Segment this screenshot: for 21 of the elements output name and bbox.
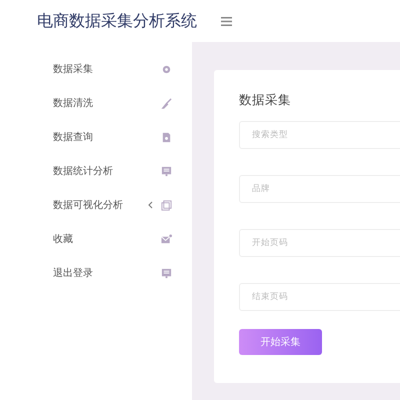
document-icon: [161, 132, 172, 142]
input-field[interactable]: 开始页码: [239, 229, 400, 257]
input-field[interactable]: 结束页码: [239, 283, 400, 311]
sidebar-item[interactable]: 数据可视化分析: [53, 198, 148, 212]
sidebar-item[interactable]: 数据查询: [53, 130, 161, 144]
gear-icon: [161, 64, 172, 74]
sidebar-item[interactable]: 数据采集: [53, 62, 161, 76]
gallery-icon: [161, 200, 172, 210]
input-field[interactable]: 品牌: [239, 175, 400, 203]
form-title: 数据采集: [239, 92, 292, 109]
menu-icon[interactable]: [221, 16, 232, 26]
app-title: 电商数据采集分析系统: [37, 10, 197, 32]
monitor-icon: [161, 166, 172, 176]
sidebar-item[interactable]: 数据统计分析: [53, 164, 161, 178]
sidebar-item[interactable]: 数据清洗: [53, 96, 161, 110]
sidebar-item[interactable]: 退出登录: [53, 266, 161, 280]
monitor-icon: [161, 268, 172, 278]
input-field[interactable]: 搜索类型: [239, 121, 400, 149]
sidebar-item[interactable]: 收藏: [53, 232, 161, 246]
chevron-icon[interactable]: [148, 201, 153, 209]
mail-icon: [161, 234, 172, 244]
